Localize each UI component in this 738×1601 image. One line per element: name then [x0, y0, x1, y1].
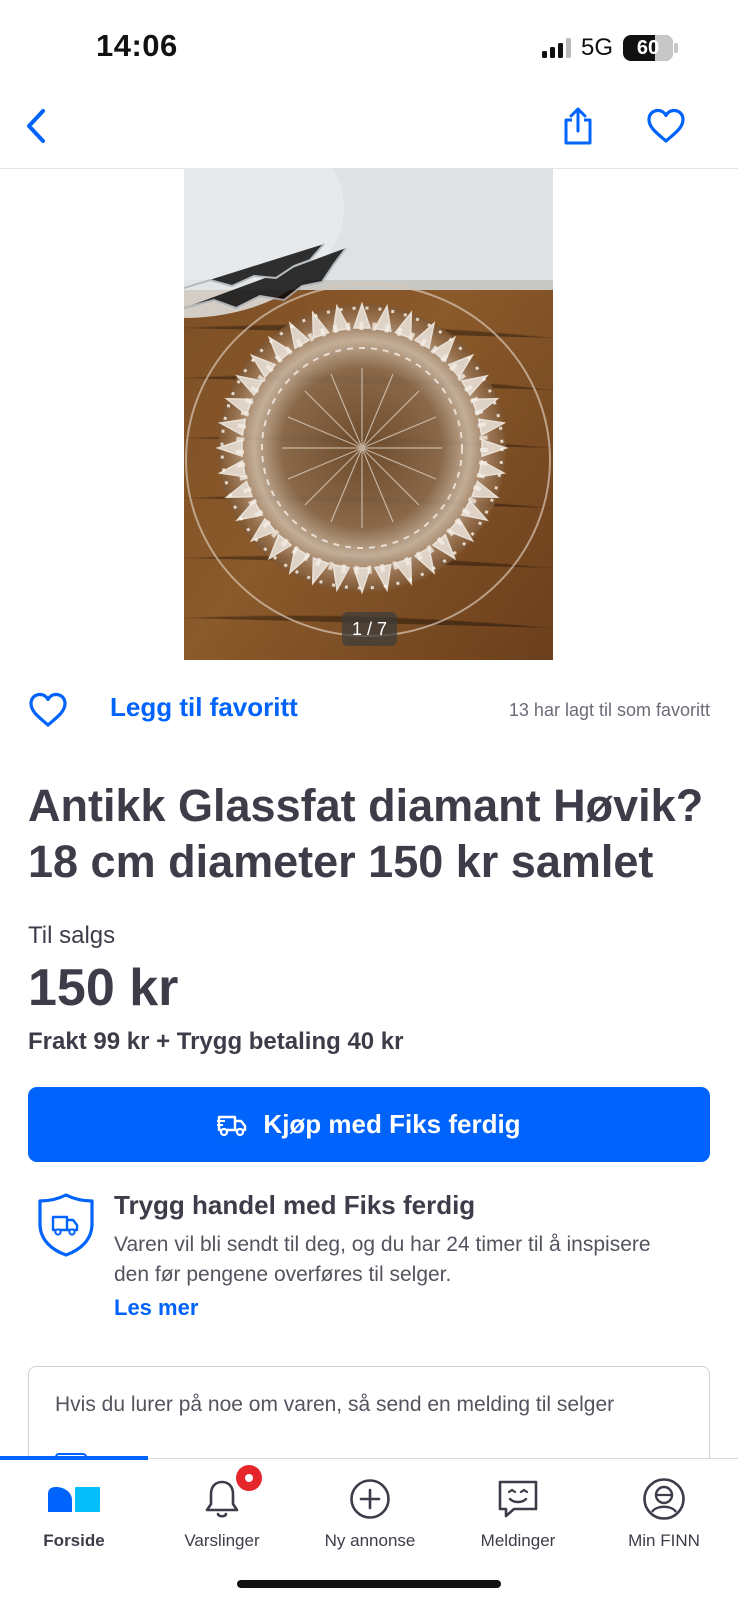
- bell-icon: [204, 1465, 262, 1525]
- tab-label-forside: Forside: [43, 1531, 105, 1550]
- plus-circle-icon: [349, 1473, 391, 1525]
- tab-label-min-finn: Min FINN: [628, 1531, 700, 1550]
- chevron-left-icon: [27, 109, 45, 143]
- message-seller-prompt: Hvis du lurer på noe om varen, så send e…: [55, 1393, 615, 1416]
- listing-price: 150 kr: [28, 959, 179, 1017]
- tab-forside[interactable]: Forside: [0, 1459, 148, 1559]
- status-indicators: 5G 60: [541, 34, 678, 62]
- tab-label-ny-annonse: Ny annonse: [324, 1531, 416, 1550]
- favorite-row: Legg til favoritt 13 har lagt til som fa…: [28, 688, 710, 736]
- tab-varslinger[interactable]: Varslinger: [148, 1459, 296, 1559]
- heart-icon: [647, 108, 685, 143]
- shipping-cost: Frakt 99 kr + Trygg betaling 40 kr: [28, 1028, 404, 1055]
- home-indicator: [237, 1580, 501, 1588]
- add-favorite-link[interactable]: Legg til favoritt: [110, 692, 298, 723]
- glass-plate-photo: [184, 168, 553, 660]
- trust-title: Trygg handel med Fiks ferdig: [114, 1190, 476, 1220]
- nav-header: [0, 96, 738, 169]
- tab-label-meldinger: Meldinger: [480, 1531, 556, 1550]
- image-counter: 1 / 7: [342, 612, 397, 646]
- favorite-count: 13 har lagt til som favoritt: [508, 700, 710, 720]
- shield-truck-icon: [36, 1192, 96, 1258]
- chat-icon: [496, 1473, 540, 1525]
- tab-min-finn[interactable]: Min FINN: [590, 1459, 738, 1559]
- add-favorite-button[interactable]: [28, 692, 68, 730]
- tab-meldinger[interactable]: Meldinger: [444, 1459, 592, 1559]
- back-button[interactable]: [14, 104, 58, 148]
- buy-button-label: Kjøp med Fiks ferdig: [263, 1109, 521, 1139]
- status-time: 14:06: [96, 28, 178, 63]
- share-button[interactable]: [556, 102, 600, 150]
- battery-level: 60: [636, 37, 660, 59]
- battery-icon: 60: [623, 35, 673, 61]
- read-more-link[interactable]: Les mer: [114, 1295, 198, 1321]
- favorite-header-button[interactable]: [642, 102, 690, 150]
- notification-badge: [236, 1465, 262, 1491]
- product-image[interactable]: [184, 168, 553, 660]
- listing-title: Antikk Glassfat diamant Høvik? 18 cm dia…: [28, 780, 704, 887]
- heart-outline-icon: [29, 692, 67, 727]
- tab-label-varslinger: Varslinger: [184, 1531, 260, 1550]
- sale-type: Til salgs: [28, 922, 116, 949]
- buy-fiks-ferdig-button[interactable]: Kjøp med Fiks ferdig: [28, 1087, 710, 1162]
- delivery-truck-icon: [217, 1115, 247, 1136]
- finn-logo-icon: [46, 1473, 102, 1525]
- tab-ny-annonse[interactable]: Ny annonse: [296, 1459, 444, 1559]
- trust-description: Varen vil bli sendt til deg, og du har 2…: [114, 1233, 651, 1286]
- share-icon: [564, 107, 592, 145]
- network-type: 5G: [580, 34, 613, 61]
- signal-icon: [541, 38, 571, 58]
- profile-icon: [642, 1473, 686, 1525]
